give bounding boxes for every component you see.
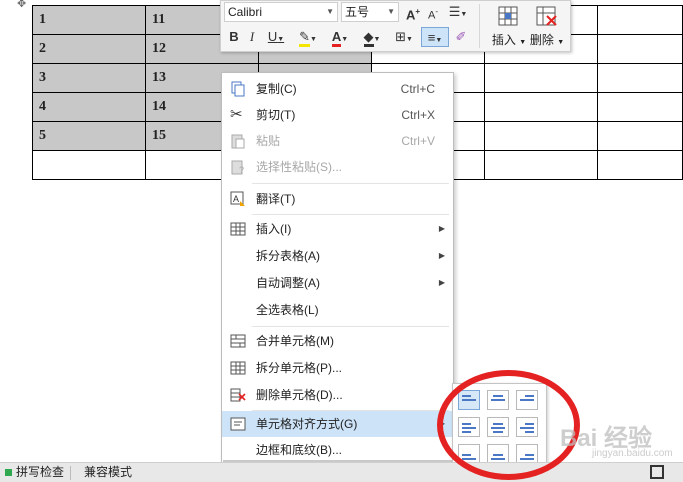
highlight-icon[interactable]: ✎▼ [295,27,321,47]
submenu-arrow-icon: ▶ [438,278,445,287]
spell-check-button[interactable]: 拼写检查 [16,463,64,482]
menu-separator [252,214,449,215]
menu-item-label: 翻译(T) [256,192,296,206]
shrink-font-icon[interactable]: A- [425,2,441,22]
line-spacing-icon[interactable]: ☰▼ [445,2,471,22]
fullscreen-icon[interactable] [650,465,664,479]
compat-mode-label: 兼容模式 [84,465,133,479]
spell-check-status-icon [5,469,12,476]
table-cell[interactable] [32,150,146,180]
menu-separator [252,183,449,184]
chevron-down-icon: ▼ [326,7,334,16]
menu-item-label: 选择性粘贴(S)... [256,160,342,174]
table-cell[interactable] [483,121,598,151]
font-size-select[interactable]: 五号 ▼ [341,2,399,22]
status-divider [70,466,71,480]
merge-cells-icon [230,334,246,348]
font-size-value: 五号 [345,5,370,19]
menu-item-label: 自动调整(A) [256,276,320,290]
menu-item-insert[interactable]: 插入(I) ▶ [222,216,453,242]
fill-color-icon[interactable]: ◆▼ [359,27,385,47]
menu-item-label: 合并单元格(M) [256,334,334,348]
submenu-arrow-icon: ▶ [438,251,445,260]
svg-text:?: ? [239,165,244,175]
mini-toolbar: Calibri ▼ 五号 ▼ A+ A- ☰▼ B I U▼ ✎▼ A▼ ◆▼ … [220,0,571,52]
menu-item-label: 拆分单元格(P)... [256,361,342,375]
menu-item-cut[interactable]: ✂ 剪切(T) Ctrl+X [222,102,453,128]
menu-item-label: 剪切(T) [256,108,296,122]
context-menu: 复制(C) Ctrl+C ✂ 剪切(T) Ctrl+X 粘贴 Ctrl+V ? … [221,72,454,474]
menu-item-translate[interactable]: A 翻译(T) [222,186,453,212]
menu-item-label: 单元格对齐方式(G) [256,417,358,431]
status-bar: 拼写检查 兼容模式 [0,462,683,482]
menu-item-shortcut: Ctrl+C [400,82,435,96]
table-cell[interactable] [596,5,683,35]
menu-item-label: 粘贴 [256,134,281,148]
table-cell[interactable]: 3 [32,63,146,93]
submenu-arrow-icon: ▶ [438,224,445,233]
menu-item-autofit[interactable]: 自动调整(A) ▶ [222,270,453,296]
table-cell[interactable] [596,92,683,122]
menu-separator [252,326,449,327]
menu-item-label: 复制(C) [256,82,297,96]
table-cell[interactable] [596,63,683,93]
menu-item-paste-special[interactable]: ? 选择性粘贴(S)... [222,154,453,180]
menu-item-label: 删除单元格(D)... [256,388,343,402]
table-icon [230,222,246,236]
font-name-value: Calibri [228,5,263,19]
table-move-handle[interactable]: ✥ [17,0,31,10]
table-cell[interactable] [596,34,683,64]
paste-icon [231,134,245,149]
delete-table-icon [536,6,557,26]
table-cell[interactable] [596,121,683,151]
table-cell[interactable]: 2 [32,34,146,64]
delete-cells-icon [230,388,246,402]
red-annotation-circle [437,370,580,480]
split-cells-icon [230,361,246,375]
table-cell[interactable] [483,150,598,180]
menu-item-merge-cells[interactable]: 合并单元格(M) [222,328,453,354]
watermark-url: jingyan.baidu.com [592,448,673,459]
underline-icon[interactable]: U▼ [263,27,289,47]
translate-icon: A [230,191,245,206]
menu-item-label: 插入(I) [256,222,292,236]
insert-table-icon [498,6,518,26]
table-cell[interactable] [483,92,598,122]
svg-text:A: A [233,194,239,204]
menu-item-select-table[interactable]: 全选表格(L) [222,297,453,323]
border-icon[interactable]: ⊞▼ [391,27,417,47]
menu-item-delete-cells[interactable]: 删除单元格(D)... [222,382,453,408]
font-name-select[interactable]: Calibri ▼ [224,2,338,22]
menu-item-label: 拆分表格(A) [256,249,320,263]
table-cell[interactable]: 5 [32,121,146,151]
italic-icon[interactable]: I [245,27,259,47]
menu-item-split-cells[interactable]: 拆分单元格(P)... [222,355,453,381]
delete-button[interactable]: 删除 ▼ [521,3,573,49]
scissors-icon: ✂ [230,106,243,123]
menu-item-copy[interactable]: 复制(C) Ctrl+C [222,76,453,102]
align-icon[interactable]: ≡▼ [421,27,449,47]
menu-item-split-table[interactable]: 拆分表格(A) ▶ [222,243,453,269]
toolbar-divider [479,4,480,48]
menu-item-cell-alignment[interactable]: 单元格对齐方式(G) ▶ [222,411,453,437]
font-color-icon[interactable]: A▼ [327,27,353,47]
grow-font-icon[interactable]: A+ [405,2,421,22]
bold-icon[interactable]: B [227,27,241,47]
table-cell[interactable] [483,63,598,93]
table-cell[interactable]: 4 [32,92,146,122]
paste-special-icon: ? [231,160,244,175]
cell-align-icon [230,417,246,431]
table-cell[interactable] [596,150,683,180]
chevron-down-icon: ▼ [387,7,395,16]
table-cell[interactable]: 1 [32,5,146,35]
copy-icon [231,81,245,97]
format-painter-icon[interactable]: ✐ [453,27,469,47]
delete-label: 删除 ▼ [529,33,565,47]
menu-item-label: 全选表格(L) [256,303,319,317]
menu-item-shortcut: Ctrl+V [401,134,435,148]
menu-item-shortcut: Ctrl+X [401,108,435,122]
menu-item-paste[interactable]: 粘贴 Ctrl+V [222,128,453,154]
